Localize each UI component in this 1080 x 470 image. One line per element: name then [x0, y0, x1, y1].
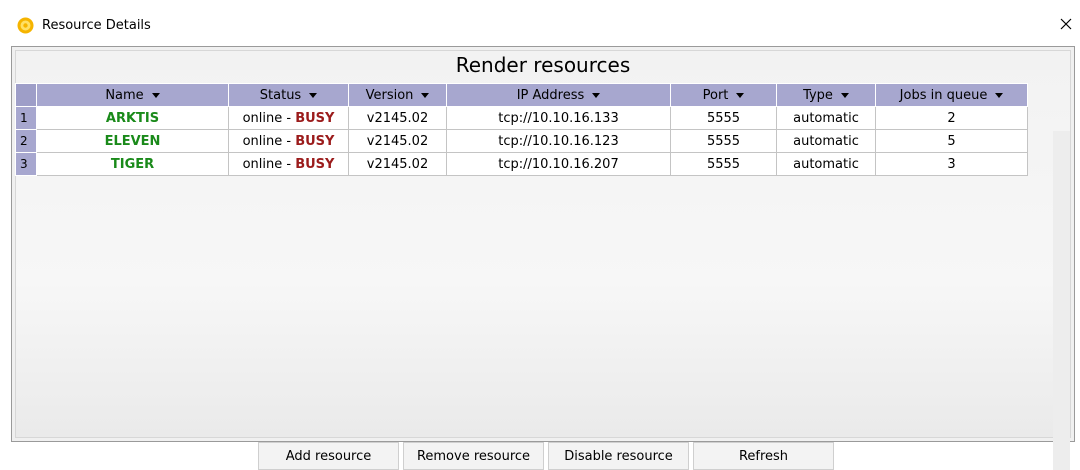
resource-status: online - BUSY — [228, 106, 349, 130]
chevron-down-icon — [995, 92, 1004, 98]
resource-ip-address: tcp://10.10.16.207 — [446, 152, 671, 176]
chevron-down-icon — [592, 92, 601, 98]
column-header-name[interactable]: Name — [36, 83, 229, 107]
chevron-down-icon — [421, 92, 430, 98]
corner-header — [15, 83, 37, 107]
app-logo-icon — [17, 17, 34, 34]
title-bar: Resource Details — [0, 0, 1080, 46]
resource-name: TIGER — [36, 152, 229, 176]
status-badge: BUSY — [295, 110, 335, 126]
resource-version: v2145.02 — [348, 152, 447, 176]
status-badge: BUSY — [295, 133, 335, 149]
status-badge: BUSY — [295, 156, 335, 172]
column-header-status[interactable]: Status — [228, 83, 349, 107]
column-label: IP Address — [516, 87, 585, 103]
resource-ip-address: tcp://10.10.16.133 — [446, 106, 671, 130]
column-label: Version — [365, 87, 414, 103]
refresh-button[interactable]: Refresh — [693, 442, 834, 470]
column-header-port[interactable]: Port — [670, 83, 777, 107]
column-label: Jobs in queue — [899, 87, 988, 103]
resource-jobs-in-queue: 2 — [875, 106, 1028, 130]
resource-status: online - BUSY — [228, 129, 349, 153]
resource-jobs-in-queue: 3 — [875, 152, 1028, 176]
column-header-ip-address[interactable]: IP Address — [446, 83, 671, 107]
column-label: Port — [702, 87, 729, 103]
resource-port: 5555 — [670, 106, 777, 130]
chevron-down-icon — [736, 92, 745, 98]
close-button[interactable] — [1052, 8, 1080, 40]
chevron-down-icon — [151, 92, 160, 98]
resource-ip-address: tcp://10.10.16.123 — [446, 129, 671, 153]
remove-resource-button[interactable]: Remove resource — [403, 442, 544, 470]
resource-version: v2145.02 — [348, 106, 447, 130]
chevron-down-icon — [309, 92, 318, 98]
column-header-jobs-in-queue[interactable]: Jobs in queue — [875, 83, 1028, 107]
resource-version: v2145.02 — [348, 129, 447, 153]
chevron-down-icon — [840, 92, 849, 98]
disable-resource-button[interactable]: Disable resource — [548, 442, 689, 470]
resource-port: 5555 — [670, 152, 777, 176]
status-text: online - — [242, 110, 292, 126]
column-header-type[interactable]: Type — [776, 83, 876, 107]
resource-type: automatic — [776, 106, 876, 130]
row-number: 1 — [15, 106, 37, 130]
status-text: online - — [242, 133, 292, 149]
resource-port: 5555 — [670, 129, 777, 153]
resource-status: online - BUSY — [228, 152, 349, 176]
resource-name: ELEVEN — [36, 129, 229, 153]
resource-type: automatic — [776, 152, 876, 176]
resources-table: Name Status Version IP Address Port Type… — [15, 83, 1028, 176]
table-header-row: Name Status Version IP Address Port Type… — [15, 83, 1028, 107]
row-number: 2 — [15, 129, 37, 153]
status-text: online - — [242, 156, 292, 172]
window-title: Resource Details — [42, 18, 151, 33]
column-label: Status — [259, 87, 302, 103]
table-row[interactable]: 1 ARKTIS online - BUSY v2145.02 tcp://10… — [15, 106, 1028, 130]
close-icon — [1060, 18, 1072, 30]
table-row[interactable]: 3 TIGER online - BUSY v2145.02 tcp://10.… — [15, 152, 1028, 176]
resource-jobs-in-queue: 5 — [875, 129, 1028, 153]
row-number: 3 — [15, 152, 37, 176]
resource-name: ARKTIS — [36, 106, 229, 130]
table-row[interactable]: 2 ELEVEN online - BUSY v2145.02 tcp://10… — [15, 129, 1028, 153]
column-label: Type — [803, 87, 833, 103]
resource-details-window: Resource Details Render resources Name S… — [0, 0, 1080, 470]
column-label: Name — [105, 87, 144, 103]
resource-type: automatic — [776, 129, 876, 153]
panel-title: Render resources — [455, 53, 631, 77]
add-resource-button[interactable]: Add resource — [258, 442, 399, 470]
vertical-scrollbar[interactable] — [1053, 131, 1070, 470]
column-header-version[interactable]: Version — [348, 83, 447, 107]
